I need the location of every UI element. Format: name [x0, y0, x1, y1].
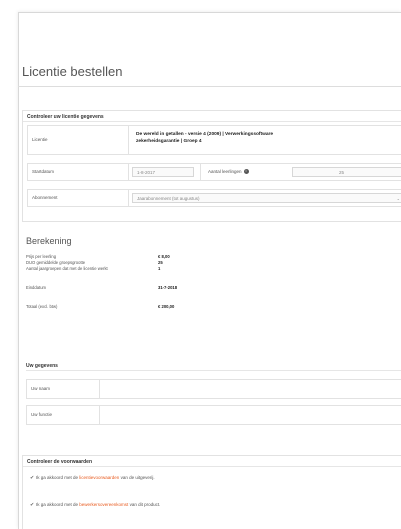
startdate-row-divider: [128, 164, 129, 180]
subscription-row-divider: [128, 190, 129, 206]
calc-value-total: € 200,00: [158, 304, 175, 309]
title-divider: [18, 86, 401, 87]
calculation-title: Berekening: [26, 236, 72, 246]
calc-row-total: Totaal (excl. btw): [26, 304, 58, 309]
function-row: Uw functie: [26, 405, 401, 425]
license-section: Controleer uw licentie gegevens Licentie…: [22, 110, 401, 222]
terms-check-2[interactable]: ✔ Ik ga akkoord met de bewerkersovereenko…: [30, 502, 160, 508]
calc-row-price: Prijs per leerling: [26, 254, 57, 259]
terms-check-2-before: Ik ga akkoord met de: [36, 502, 80, 507]
startdate-row: Startdatum 1-8-2017 Aantal leerlingen i 2…: [27, 163, 401, 181]
terms-section-divider: [23, 466, 401, 467]
terms-section: Controleer de voorwaarden: [22, 455, 401, 529]
startdate-value: 1-8-2017: [137, 170, 156, 175]
licence-terms-link[interactable]: licentievoorwaarden: [79, 475, 119, 480]
personal-section-divider: [26, 370, 401, 371]
startdate-label: Startdatum: [32, 169, 55, 174]
function-label: Uw functie: [31, 412, 53, 417]
startdate-field[interactable]: 1-8-2017: [132, 167, 194, 177]
calc-value-groups: 1: [158, 266, 161, 271]
students-label-wrap: Aantal leerlingen i: [208, 164, 249, 180]
calc-row-groups: Aantal jaargroepen dat met de licentie w…: [26, 266, 108, 271]
terms-check-1-after: van de uitgeverij.: [119, 475, 155, 480]
subscription-value: Jaarabonnement (tot augustus): [137, 196, 200, 201]
license-section-divider: [23, 121, 401, 122]
license-value-line1: De wereld in getallen - versie 4 (2009) …: [136, 132, 274, 137]
name-label: Uw naam: [31, 386, 51, 391]
students-divider: [200, 164, 201, 180]
terms-section-heading: Controleer de voorwaarden: [27, 459, 93, 465]
subscription-select[interactable]: Jaarabonnement (tot augustus) ⌄: [132, 193, 401, 203]
info-icon[interactable]: i: [243, 169, 249, 175]
students-label: Aantal leerlingen: [208, 169, 242, 174]
license-row-divider: [128, 126, 129, 154]
calc-value-groupsize: 25: [158, 260, 163, 265]
personal-section: Uw gegevens: [22, 360, 401, 440]
personal-section-heading: Uw gegevens: [26, 363, 58, 369]
calc-row-enddate: Einddatum: [26, 285, 47, 290]
calc-value-price: € 8,00: [158, 254, 170, 259]
processing-agreement-link[interactable]: bewerkersovereenkomst: [79, 502, 128, 507]
chevron-icon: ⌄: [396, 196, 400, 201]
subscription-label: Abonnement: [32, 195, 58, 200]
terms-check-1[interactable]: ✔ Ik ga akkoord met de licentievoorwaarde…: [30, 475, 155, 481]
students-field[interactable]: 25: [292, 167, 401, 177]
terms-check-1-before: Ik ga akkoord met de: [36, 475, 80, 480]
function-input[interactable]: [100, 406, 401, 424]
name-input[interactable]: [100, 380, 401, 398]
calc-value-enddate: 31-7-2018: [158, 285, 178, 290]
calc-row-groupsize: DUO gemiddelde groepsgrootte: [26, 260, 86, 265]
license-row: Licentie De wereld in getallen - versie …: [27, 125, 401, 155]
students-value: 25: [339, 170, 345, 175]
license-label: Licentie: [32, 137, 48, 142]
subscription-row: Abonnement Jaarabonnement (tot augustus)…: [27, 189, 401, 207]
name-row: Uw naam: [26, 379, 401, 399]
license-section-heading: Controleer uw licentie gegevens: [27, 114, 104, 120]
terms-check-2-after: van dit product.: [128, 502, 161, 507]
page-title: Licentie bestellen: [22, 64, 123, 79]
license-value-line2: zekerheidsgarantie | Groep 4: [136, 139, 202, 144]
